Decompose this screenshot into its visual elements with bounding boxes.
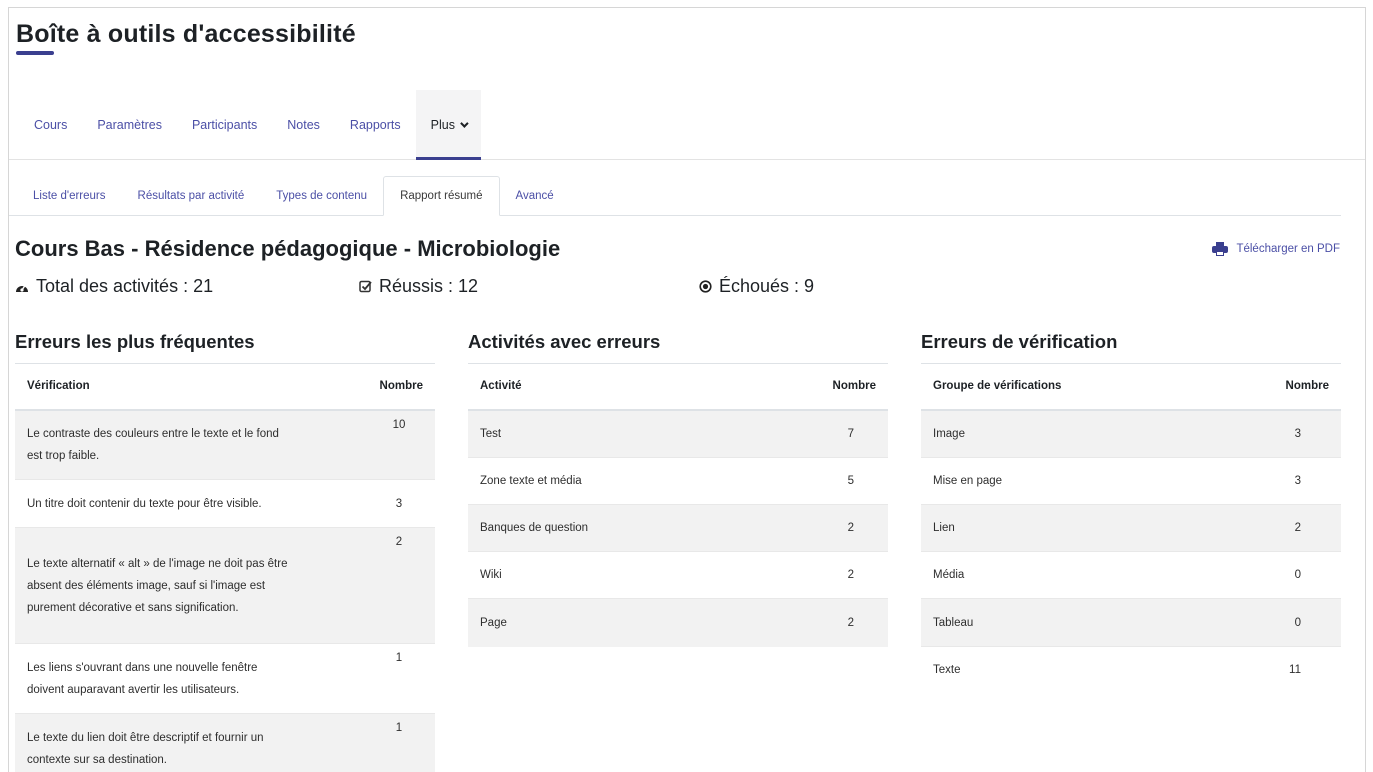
nav-cours[interactable]: Cours [19, 90, 82, 159]
group-count: 3 [1212, 409, 1341, 458]
error-text: Le texte alternatif « alt » de l'image n… [15, 527, 363, 644]
activity-count: 5 [746, 457, 888, 505]
table-header-row: Groupe de vérifications Nombre [921, 363, 1341, 411]
group-count: 2 [1212, 504, 1341, 552]
group-count: 3 [1212, 457, 1341, 505]
error-text: Un titre doit contenir du texte pour êtr… [15, 479, 363, 528]
printer-icon [1212, 242, 1229, 256]
nav-notes[interactable]: Notes [272, 90, 335, 159]
error-count: 1 [363, 713, 435, 772]
group-name: Lien [921, 504, 1213, 552]
table-row: Tableau 0 [921, 598, 1341, 647]
activity-count: 2 [746, 598, 888, 647]
col-activite: Activité [468, 363, 746, 411]
activity-name: Zone texte et média [468, 457, 746, 505]
table-header-row: Vérification Nombre [15, 363, 435, 411]
main-frame: Boîte à outils d'accessibilité Cours Par… [8, 7, 1366, 772]
table-row: Le contraste des couleurs entre le texte… [15, 409, 435, 480]
table-row: Banques de question 2 [468, 504, 888, 552]
title-underline [16, 51, 54, 55]
dot-circle-icon [698, 280, 712, 293]
table-row: Page 2 [468, 598, 888, 647]
frequent-errors-heading: Erreurs les plus fréquentes [15, 331, 255, 352]
activities-heading: Activités avec erreurs [468, 331, 661, 352]
check-errors-table: Groupe de vérifications Nombre Image 3 M… [921, 363, 1341, 694]
group-name: Tableau [921, 598, 1213, 647]
table-row: Lien 2 [921, 504, 1341, 552]
error-text: Les liens s'ouvrant dans une nouvelle fe… [15, 643, 363, 714]
tachometer-icon [15, 281, 29, 293]
nav-plus-label: Plus [430, 117, 455, 132]
group-name: Mise en page [921, 457, 1213, 505]
check-errors-heading: Erreurs de vérification [921, 331, 1118, 352]
col-nombre: Nombre [746, 363, 888, 411]
table-row: Test 7 [468, 409, 888, 458]
activity-name: Test [468, 409, 746, 458]
activity-name: Page [468, 598, 746, 647]
frequent-errors-table: Vérification Nombre Le contraste des cou… [15, 363, 435, 772]
nav-participants[interactable]: Participants [177, 90, 272, 159]
table-header-row: Activité Nombre [468, 363, 888, 411]
primary-nav: Cours Paramètres Participants Notes Rapp… [9, 90, 1365, 160]
table-row: Texte 11 [921, 646, 1341, 694]
activities-table: Activité Nombre Test 7 Zone texte et méd… [468, 363, 888, 647]
nav-rapports[interactable]: Rapports [335, 90, 416, 159]
table-row: Le texte du lien doit être descriptif et… [15, 713, 435, 772]
course-title: Cours Bas - Résidence pédagogique - Micr… [15, 236, 561, 261]
tab-avance[interactable]: Avancé [500, 176, 570, 216]
group-count: 0 [1212, 598, 1341, 647]
error-text: Le texte du lien doit être descriptif et… [15, 713, 363, 772]
col-verification: Vérification [15, 363, 363, 411]
nav-parametres[interactable]: Paramètres [82, 90, 177, 159]
tab-liste-erreurs[interactable]: Liste d'erreurs [17, 176, 122, 216]
activity-count: 7 [746, 409, 888, 458]
secondary-nav: Liste d'erreurs Résultats par activité T… [9, 176, 1341, 216]
error-count: 3 [363, 479, 435, 528]
activity-name: Banques de question [468, 504, 746, 552]
error-count: 1 [363, 643, 435, 714]
tab-types-contenu[interactable]: Types de contenu [260, 176, 383, 216]
table-row: Mise en page 3 [921, 457, 1341, 505]
table-row: Le texte alternatif « alt » de l'image n… [15, 527, 435, 644]
col-nombre: Nombre [363, 363, 435, 411]
stat-failed: Échoués : 9 [698, 276, 814, 297]
group-count: 11 [1212, 646, 1341, 694]
download-pdf-label: Télécharger en PDF [1236, 243, 1340, 255]
group-count: 0 [1212, 551, 1341, 599]
activity-count: 2 [746, 504, 888, 552]
page-title: Boîte à outils d'accessibilité [16, 20, 356, 48]
activity-count: 2 [746, 551, 888, 599]
table-row: Zone texte et média 5 [468, 457, 888, 505]
group-name: Texte [921, 646, 1213, 694]
group-name: Image [921, 409, 1213, 458]
col-groupe: Groupe de vérifications [921, 363, 1213, 411]
stat-passed-text: Réussis : 12 [379, 276, 479, 296]
error-text: Le contraste des couleurs entre le texte… [15, 409, 363, 480]
error-count: 2 [363, 527, 435, 644]
chevron-down-icon [460, 118, 469, 128]
stats-bar: Total des activités : 21 Réussis : 12 Éc… [15, 276, 1345, 302]
col-nombre: Nombre [1212, 363, 1341, 411]
group-name: Média [921, 551, 1213, 599]
tab-resultats-activite[interactable]: Résultats par activité [122, 176, 261, 216]
stat-failed-text: Échoués : 9 [719, 276, 815, 296]
check-square-icon [358, 280, 372, 293]
error-count: 10 [363, 409, 435, 480]
stat-total: Total des activités : 21 [15, 276, 213, 297]
stat-total-text: Total des activités : 21 [36, 276, 214, 296]
table-row: Média 0 [921, 551, 1341, 599]
stat-passed: Réussis : 12 [358, 276, 478, 297]
table-row: Image 3 [921, 409, 1341, 458]
tab-rapport-resume[interactable]: Rapport résumé [383, 176, 500, 216]
table-row: Un titre doit contenir du texte pour êtr… [15, 479, 435, 528]
table-row: Wiki 2 [468, 551, 888, 599]
download-pdf-link[interactable]: Télécharger en PDF [1212, 242, 1340, 256]
nav-plus-dropdown[interactable]: Plus [415, 90, 482, 160]
activity-name: Wiki [468, 551, 746, 599]
table-row: Les liens s'ouvrant dans une nouvelle fe… [15, 643, 435, 714]
